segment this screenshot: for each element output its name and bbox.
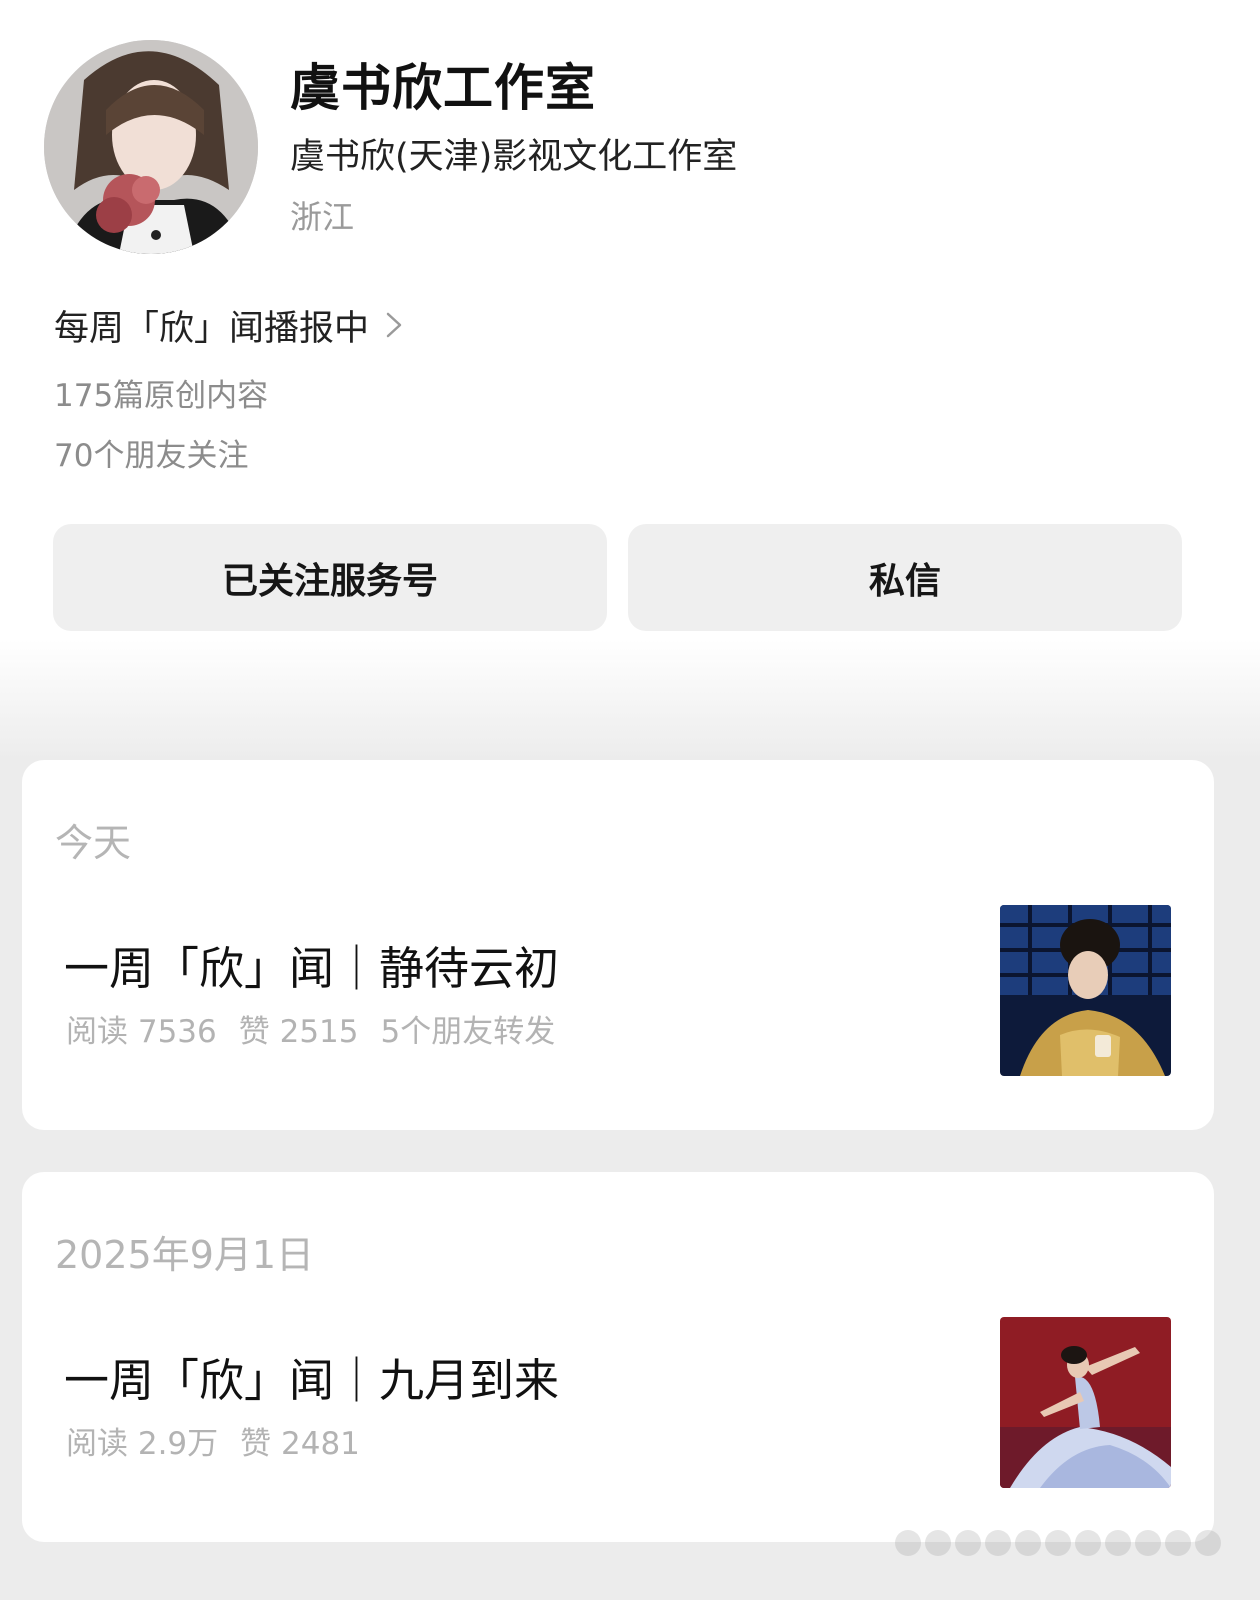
- profile-intro-text: 每周「欣」闻播报中: [54, 308, 370, 349]
- friends-following-count: 70个朋友关注: [54, 438, 249, 474]
- watermark-dot: [895, 1530, 921, 1556]
- original-content-count: 175篇原创内容: [54, 378, 269, 414]
- profile-company: 虞书欣(天津)影视文化工作室: [290, 137, 738, 177]
- private-message-button[interactable]: 私信: [628, 524, 1182, 631]
- article-shares: 5个朋友转发: [380, 1014, 556, 1050]
- article-likes: 赞 2515: [238, 1014, 359, 1050]
- watermark-dot: [925, 1530, 951, 1556]
- article-date: 今天: [55, 821, 132, 865]
- watermark: [895, 1528, 1225, 1558]
- article-meta: 阅读 7536 赞 2515 5个朋友转发: [66, 1006, 555, 1051]
- watermark-dot: [1105, 1530, 1131, 1556]
- watermark-dot: [1165, 1530, 1191, 1556]
- avatar[interactable]: [44, 40, 258, 254]
- article-reads: 阅读 7536: [66, 1014, 217, 1050]
- article-meta: 阅读 2.9万 赞 2481: [66, 1418, 360, 1463]
- followed-service-account-button[interactable]: 已关注服务号: [53, 524, 607, 631]
- watermark-dot: [1015, 1530, 1041, 1556]
- article-likes: 赞 2481: [240, 1426, 360, 1462]
- article-title[interactable]: 一周「欣」闻｜九月到来: [64, 1344, 559, 1409]
- watermark-dot: [1135, 1530, 1161, 1556]
- article-card[interactable]: 今天 一周「欣」闻｜静待云初 阅读 7536 赞 2515 5个朋友转发: [22, 760, 1214, 1130]
- article-card[interactable]: 2025年9月1日 一周「欣」闻｜九月到来 阅读 2.9万 赞 2481: [22, 1172, 1214, 1542]
- avatar-image: [44, 40, 258, 254]
- watermark-dot: [985, 1530, 1011, 1556]
- watermark-dot: [1075, 1530, 1101, 1556]
- article-date: 2025年9月1日: [55, 1233, 315, 1277]
- profile-intro-link[interactable]: 每周「欣」闻播报中: [54, 300, 403, 350]
- profile-name: 虞书欣工作室: [290, 59, 596, 117]
- watermark-dot: [955, 1530, 981, 1556]
- profile-location: 浙江: [290, 198, 355, 236]
- chevron-right-icon: [386, 312, 402, 338]
- watermark-dot: [1045, 1530, 1071, 1556]
- article-thumbnail-image: [1000, 1317, 1171, 1488]
- article-reads: 阅读 2.9万: [66, 1426, 219, 1462]
- article-thumbnail[interactable]: [1000, 1317, 1171, 1488]
- article-thumbnail[interactable]: [1000, 905, 1171, 1076]
- watermark-dot: [1195, 1530, 1221, 1556]
- article-title[interactable]: 一周「欣」闻｜静待云初: [64, 932, 559, 997]
- profile-header: 虞书欣工作室 虞书欣(天津)影视文化工作室 浙江 每周「欣」闻播报中 175篇原…: [0, 0, 1260, 760]
- article-thumbnail-image: [1000, 905, 1171, 1076]
